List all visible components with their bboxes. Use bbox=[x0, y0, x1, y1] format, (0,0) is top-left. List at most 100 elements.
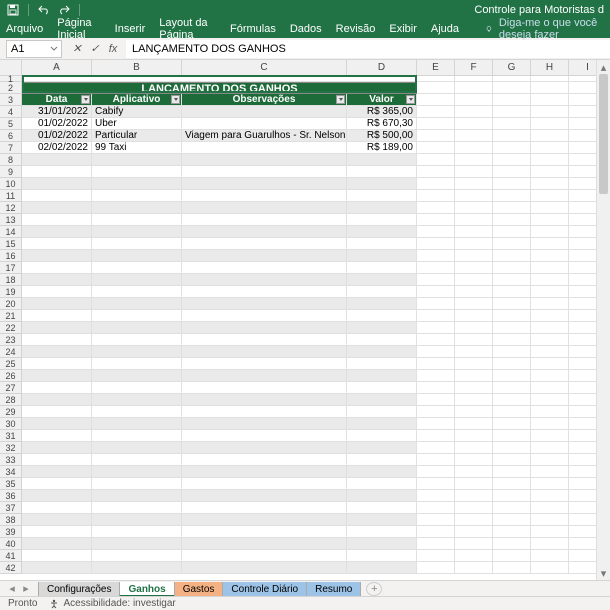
sheet-tab-controle-diário[interactable]: Controle Diário bbox=[222, 582, 307, 597]
undo-icon[interactable] bbox=[37, 3, 51, 17]
row-header[interactable]: 13 bbox=[0, 214, 22, 226]
table-cell[interactable] bbox=[92, 430, 182, 442]
empty-cell[interactable] bbox=[493, 358, 531, 370]
empty-cell[interactable] bbox=[531, 130, 569, 142]
table-cell[interactable] bbox=[182, 550, 347, 562]
table-cell[interactable] bbox=[347, 454, 417, 466]
filter-icon[interactable] bbox=[336, 95, 345, 104]
empty-cell[interactable] bbox=[493, 466, 531, 478]
empty-cell[interactable] bbox=[417, 382, 455, 394]
table-cell[interactable] bbox=[92, 514, 182, 526]
row-header[interactable]: 3 bbox=[0, 94, 22, 106]
empty-cell[interactable] bbox=[455, 250, 493, 262]
empty-cell[interactable] bbox=[531, 526, 569, 538]
table-cell[interactable] bbox=[347, 310, 417, 322]
empty-cell[interactable] bbox=[569, 358, 596, 370]
tab-ajuda[interactable]: Ajuda bbox=[431, 23, 459, 35]
table-cell[interactable] bbox=[347, 178, 417, 190]
empty-cell[interactable] bbox=[531, 370, 569, 382]
table-cell[interactable] bbox=[92, 250, 182, 262]
table-cell[interactable] bbox=[347, 406, 417, 418]
row-header[interactable]: 19 bbox=[0, 286, 22, 298]
table-cell[interactable] bbox=[22, 190, 92, 202]
table-cell[interactable] bbox=[22, 262, 92, 274]
table-cell[interactable] bbox=[22, 502, 92, 514]
table-cell[interactable] bbox=[92, 166, 182, 178]
empty-cell[interactable] bbox=[569, 250, 596, 262]
table-header-aplicativo[interactable]: Aplicativo bbox=[92, 94, 182, 106]
col-header-G[interactable]: G bbox=[493, 60, 531, 76]
worksheet[interactable]: ABCDEFGHI 123456789101112131415161718192… bbox=[0, 60, 596, 580]
table-cell[interactable] bbox=[182, 214, 347, 226]
empty-cell[interactable] bbox=[569, 298, 596, 310]
empty-cell[interactable] bbox=[417, 430, 455, 442]
empty-cell[interactable] bbox=[417, 310, 455, 322]
table-cell[interactable] bbox=[182, 562, 347, 574]
fx-icon[interactable]: fx bbox=[106, 42, 120, 56]
empty-cell[interactable] bbox=[531, 274, 569, 286]
empty-cell[interactable] bbox=[569, 346, 596, 358]
table-cell[interactable]: Uber bbox=[92, 118, 182, 130]
table-cell[interactable] bbox=[22, 430, 92, 442]
empty-cell[interactable] bbox=[531, 226, 569, 238]
col-header-I[interactable]: I bbox=[569, 60, 596, 76]
empty-cell[interactable] bbox=[493, 262, 531, 274]
table-cell[interactable] bbox=[182, 118, 347, 130]
empty-cell[interactable] bbox=[417, 250, 455, 262]
table-cell[interactable]: 01/02/2022 bbox=[22, 130, 92, 142]
table-cell[interactable] bbox=[347, 334, 417, 346]
row-header[interactable]: 12 bbox=[0, 202, 22, 214]
tell-me-search[interactable]: Diga-me o que você deseja fazer bbox=[485, 17, 604, 41]
empty-cell[interactable] bbox=[417, 490, 455, 502]
row-header[interactable]: 2 bbox=[0, 82, 22, 94]
row-header[interactable]: 17 bbox=[0, 262, 22, 274]
tab-dados[interactable]: Dados bbox=[290, 23, 322, 35]
sheet-tab-gastos[interactable]: Gastos bbox=[174, 582, 224, 597]
empty-cell[interactable] bbox=[417, 178, 455, 190]
empty-cell[interactable] bbox=[531, 286, 569, 298]
empty-cell[interactable] bbox=[493, 370, 531, 382]
table-cell[interactable] bbox=[92, 214, 182, 226]
empty-cell[interactable] bbox=[531, 406, 569, 418]
table-cell[interactable] bbox=[182, 502, 347, 514]
table-cell[interactable] bbox=[347, 286, 417, 298]
empty-cell[interactable] bbox=[455, 526, 493, 538]
empty-cell[interactable] bbox=[417, 142, 455, 154]
table-cell[interactable] bbox=[347, 298, 417, 310]
row-header[interactable]: 36 bbox=[0, 490, 22, 502]
table-cell[interactable] bbox=[22, 322, 92, 334]
empty-cell[interactable] bbox=[417, 106, 455, 118]
empty-cell[interactable] bbox=[455, 478, 493, 490]
empty-cell[interactable] bbox=[493, 490, 531, 502]
table-cell[interactable] bbox=[182, 298, 347, 310]
empty-cell[interactable] bbox=[531, 418, 569, 430]
table-cell[interactable]: Cabify bbox=[92, 106, 182, 118]
row-header[interactable]: 41 bbox=[0, 550, 22, 562]
accessibility-status[interactable]: Acessibilidade: investigar bbox=[49, 598, 175, 609]
row-header[interactable]: 29 bbox=[0, 406, 22, 418]
empty-cell[interactable] bbox=[569, 526, 596, 538]
table-cell[interactable] bbox=[92, 562, 182, 574]
empty-cell[interactable] bbox=[455, 514, 493, 526]
table-header-valor[interactable]: Valor bbox=[347, 94, 417, 106]
row-header[interactable]: 7 bbox=[0, 142, 22, 154]
empty-cell[interactable] bbox=[493, 250, 531, 262]
table-cell[interactable] bbox=[92, 526, 182, 538]
empty-cell[interactable] bbox=[417, 322, 455, 334]
empty-cell[interactable] bbox=[493, 142, 531, 154]
empty-cell[interactable] bbox=[531, 514, 569, 526]
table-cell[interactable] bbox=[347, 562, 417, 574]
empty-cell[interactable] bbox=[531, 214, 569, 226]
table-cell[interactable] bbox=[347, 202, 417, 214]
table-cell[interactable] bbox=[22, 514, 92, 526]
empty-cell[interactable] bbox=[493, 526, 531, 538]
empty-cell[interactable] bbox=[569, 202, 596, 214]
table-cell[interactable] bbox=[22, 334, 92, 346]
empty-cell[interactable] bbox=[493, 562, 531, 574]
table-cell[interactable] bbox=[22, 154, 92, 166]
empty-cell[interactable] bbox=[455, 370, 493, 382]
empty-cell[interactable] bbox=[531, 238, 569, 250]
table-cell[interactable] bbox=[347, 166, 417, 178]
table-cell[interactable] bbox=[347, 226, 417, 238]
filter-icon[interactable] bbox=[171, 95, 180, 104]
